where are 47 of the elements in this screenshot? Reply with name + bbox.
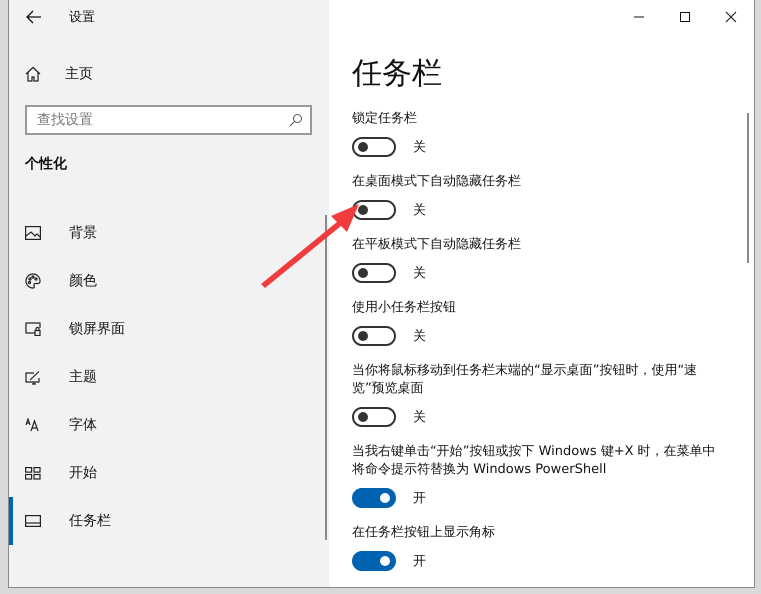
start-icon: [25, 466, 41, 480]
minimize-icon: [634, 16, 644, 18]
setting-label: 在平板模式下自动隐藏任务栏: [352, 236, 522, 254]
close-icon: [725, 10, 737, 22]
scrollbar[interactable]: [325, 215, 327, 540]
image-icon: [25, 226, 41, 240]
scrollbar[interactable]: [747, 113, 749, 263]
toggle-switch[interactable]: [352, 551, 396, 571]
back-button[interactable]: [25, 8, 43, 26]
window-title: 设置: [69, 9, 95, 26]
section-heading: 个性化: [25, 155, 68, 173]
toggle-state: 开: [413, 490, 426, 507]
setting-label: 当你将鼠标移动到任务栏末端的“显示桌面”按钮时，使用“速览”预览桌面: [352, 362, 698, 398]
toggle-switch[interactable]: [352, 200, 396, 220]
toggle-state: 关: [413, 265, 426, 282]
setting-label: 锁定任务栏: [352, 110, 418, 128]
toggle-state: 关: [413, 328, 426, 345]
home-nav-item[interactable]: 主页: [9, 56, 329, 92]
nav-item[interactable]: 字体: [9, 401, 329, 449]
setting-label: 在桌面模式下自动隐藏任务栏: [352, 173, 522, 191]
toggle-state: 关: [413, 139, 426, 156]
nav-item[interactable]: 颜色: [9, 257, 329, 305]
home-icon: [25, 66, 41, 82]
maximize-icon: [679, 10, 691, 22]
nav-item[interactable]: 主题: [9, 353, 329, 401]
toggle-state: 关: [413, 409, 426, 426]
lock-screen-icon: [25, 322, 41, 336]
palette-icon: [25, 273, 41, 289]
nav-item[interactable]: 开始: [9, 449, 329, 497]
setting-label: 在任务栏按钮上显示角标: [352, 524, 496, 542]
nav-item[interactable]: 锁屏界面: [9, 305, 329, 353]
theme-icon: [25, 370, 41, 384]
toggle-state: 开: [413, 553, 426, 570]
toggle-switch[interactable]: [352, 488, 396, 508]
taskbar-icon: [25, 515, 41, 527]
search-icon: [289, 113, 303, 127]
font-icon: [25, 418, 41, 432]
search-field[interactable]: 查找设置: [25, 105, 312, 135]
toggle-switch[interactable]: [352, 407, 396, 427]
page-title: 任务栏: [352, 55, 443, 93]
toggle-state: 关: [413, 202, 426, 219]
setting-label: 使用小任务栏按钮: [352, 299, 457, 317]
setting-label: 当我右键单击“开始”按钮或按下 Windows 键+X 时，在菜单中将命令提示符替换为 Windows PowerShell: [352, 443, 717, 479]
toggle-switch[interactable]: [352, 263, 396, 283]
toggle-switch[interactable]: [352, 326, 396, 346]
toggle-switch[interactable]: [352, 137, 396, 157]
nav-item[interactable]: 背景: [9, 209, 329, 257]
